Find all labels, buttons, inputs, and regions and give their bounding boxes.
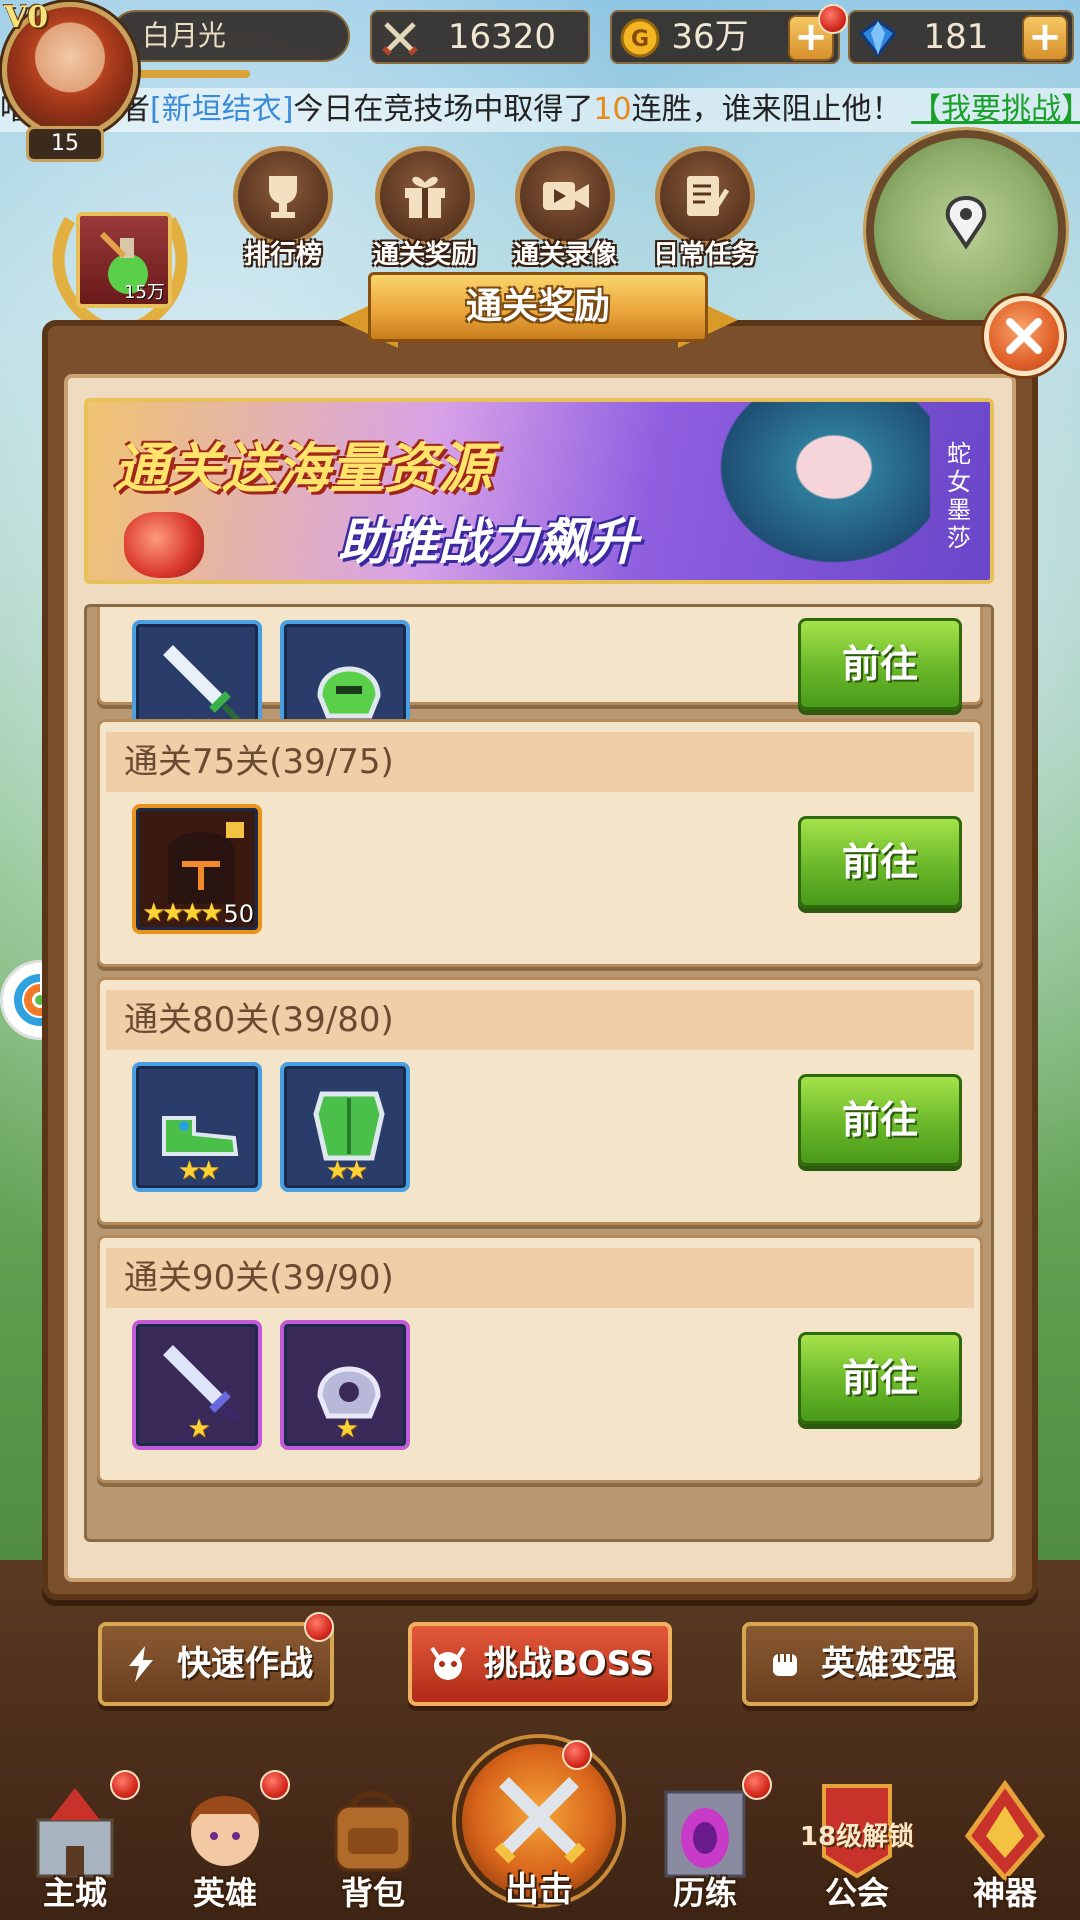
- daily-task-label: 日常任务: [652, 240, 757, 270]
- announcement-marquee: 噜！冒险者[新垣结衣]今日在竞技场中取得了10连胜，谁来阻止他！ 【我要挑战】: [0, 88, 1080, 132]
- svg-text:G: G: [631, 27, 649, 52]
- lightning-icon: [119, 1642, 163, 1686]
- marquee-player: [新垣结衣]: [150, 92, 294, 127]
- quick-battle-notification-dot: [304, 1612, 334, 1642]
- fist-icon: [763, 1642, 807, 1686]
- gem-value: 181: [923, 17, 989, 57]
- clear-replay-button[interactable]: 通关录像: [510, 146, 620, 270]
- reward-card: 通关90关(39/90) ★ ★ 前往: [97, 1235, 983, 1483]
- bottom-nav: 主城 英雄 背包 出击 历练 18级解锁 公会 神器: [0, 1738, 1080, 1920]
- diamond-icon: [856, 16, 900, 60]
- reward-card: 通关75关(39/75) ★★★★ 50 前往: [97, 719, 983, 967]
- trial-notification-dot: [742, 1770, 772, 1800]
- heroes-notification-dot: [260, 1770, 290, 1800]
- quick-battle-button[interactable]: 快速作战: [98, 1622, 334, 1706]
- gold-display: G 36万 +: [610, 10, 840, 64]
- marquee-middle: 今日在竞技场中取得了: [293, 92, 594, 127]
- challenge-boss-label: 挑战BOSS: [483, 1644, 655, 1684]
- nav-main-city-label: 主城: [42, 1874, 107, 1912]
- go-button[interactable]: 前往: [798, 1332, 962, 1424]
- power-value: 16320: [447, 17, 557, 57]
- nav-artifact-label: 神器: [972, 1874, 1037, 1912]
- demon-skull-icon: [426, 1642, 470, 1686]
- gold-coin-icon: G: [618, 16, 662, 60]
- banner-character-name: 蛇女墨莎: [947, 440, 971, 552]
- gold-notification-dot: [818, 4, 848, 34]
- crossed-swords-icon: [378, 16, 422, 60]
- ranking-button[interactable]: 排行榜: [228, 146, 338, 270]
- challenge-boss-button[interactable]: 挑战BOSS: [408, 1622, 672, 1706]
- reward-items: ★★ ★★: [132, 1062, 410, 1192]
- reward-items: ★ ★: [132, 1320, 410, 1450]
- nav-guild[interactable]: 18级解锁 公会: [792, 1770, 922, 1920]
- fragment-count: 50: [223, 900, 254, 928]
- reward-card-header: 通关80关(39/80): [106, 990, 974, 1050]
- nav-attack[interactable]: 出击: [456, 1738, 622, 1910]
- task-icon: [655, 146, 755, 246]
- banner-subline: 助推战力飙升: [338, 513, 638, 571]
- marquee-count: 10: [593, 92, 632, 127]
- featured-reward-count: 15万: [124, 282, 165, 303]
- clear-rewards-label: 通关奖励: [372, 240, 477, 270]
- nav-guild-label: 公会: [824, 1874, 889, 1912]
- nav-bag[interactable]: 背包: [308, 1770, 438, 1920]
- go-button[interactable]: 前往: [798, 816, 962, 908]
- gold-value: 36万: [671, 17, 749, 57]
- clear-rewards-button[interactable]: 通关奖励: [370, 146, 480, 270]
- reward-slot[interactable]: ★★: [280, 1062, 410, 1192]
- trophy-icon: [233, 146, 333, 246]
- nav-bag-label: 背包: [340, 1874, 405, 1912]
- video-icon: [515, 146, 615, 246]
- ranking-label: 排行榜: [243, 240, 322, 270]
- go-button[interactable]: 前往: [798, 1074, 962, 1166]
- reward-card-header: 通关90关(39/90): [106, 1248, 974, 1308]
- reward-card: 通关80关(39/80) ★★ ★★ 前往: [97, 977, 983, 1225]
- player-level-badge: 15: [26, 126, 104, 162]
- player-name: 白月光: [110, 10, 350, 62]
- gift-icon: [375, 146, 475, 246]
- guild-unlock-hint: 18级解锁: [799, 1822, 915, 1852]
- reward-slot[interactable]: ★: [132, 1320, 262, 1450]
- go-button[interactable]: 前往: [798, 618, 962, 710]
- snake-lady-character: [690, 402, 930, 580]
- vip-level: V0: [4, 0, 49, 35]
- nav-heroes-label: 英雄: [192, 1874, 257, 1912]
- reward-slot[interactable]: ★: [280, 1320, 410, 1450]
- nav-trial-label: 历练: [672, 1874, 737, 1912]
- dialog-title-ribbon: 通关奖励: [338, 272, 738, 350]
- reward-card-header: 通关75关(39/75): [106, 732, 974, 792]
- gem-display: 181 +: [848, 10, 1074, 64]
- challenge-link[interactable]: 【我要挑战】: [911, 92, 1080, 127]
- nav-attack-label: 出击: [505, 1870, 573, 1910]
- quick-battle-label: 快速作战: [177, 1644, 313, 1684]
- marquee-suffix: 连胜，谁来阻止他！: [631, 92, 902, 127]
- daily-task-button[interactable]: 日常任务: [650, 146, 760, 270]
- add-gem-button[interactable]: +: [1022, 15, 1068, 61]
- nav-artifact[interactable]: 神器: [940, 1770, 1070, 1920]
- clear-replay-label: 通关录像: [512, 240, 617, 270]
- main-city-notification-dot: [110, 1770, 140, 1800]
- reward-slot[interactable]: ★★: [132, 1062, 262, 1192]
- top-bar: V0 15 白月光 16320 G 36万 + 181 +: [0, 0, 1080, 162]
- treasure-bag-icon: [124, 512, 204, 578]
- close-button[interactable]: [984, 296, 1064, 376]
- reward-slot[interactable]: ★★★★ 50: [132, 804, 262, 934]
- banner-headline: 通关送海量资源: [114, 437, 492, 500]
- hero-upgrade-button[interactable]: 英雄变强: [742, 1622, 978, 1706]
- reward-list[interactable]: ★★ ★★ 前往 通关75关(39/75) ★★★★ 50 前往 通关80关(3…: [84, 604, 994, 1542]
- location-pin-icon: [945, 195, 987, 250]
- promo-banner: 通关送海量资源 助推战力飙升 蛇女墨莎: [84, 398, 994, 584]
- close-icon: [1006, 318, 1042, 354]
- hero-upgrade-label: 英雄变强: [821, 1644, 957, 1684]
- reward-card: ★★ ★★ 前往: [97, 607, 983, 750]
- dialog-title: 通关奖励: [368, 272, 708, 342]
- reward-items: ★★★★ 50: [132, 804, 262, 934]
- attack-notification-dot: [562, 1740, 592, 1770]
- power-display: 16320: [370, 10, 590, 64]
